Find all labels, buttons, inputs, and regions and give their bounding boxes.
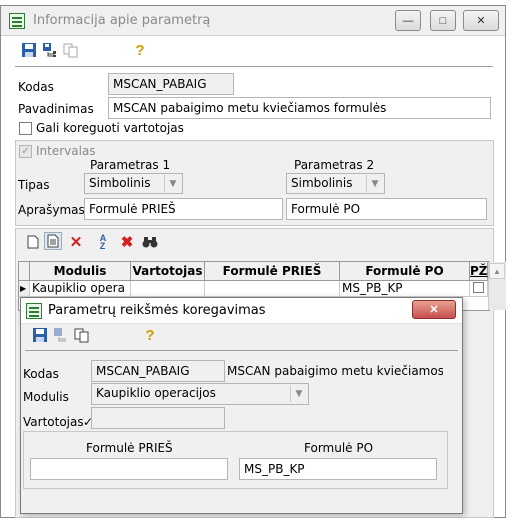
dialog-modulis-select[interactable]: Kaupiklio operacijos ▼ [91,383,309,405]
pavadinimas-field[interactable]: MSCAN pabaigimo metu kviečiamos formulės [108,97,491,119]
clear-filter-icon[interactable]: ✖ [118,233,136,251]
chevron-down-icon: ▼ [366,175,383,192]
toolbar-divider [15,66,493,67]
col-formule-po[interactable]: Formulė PO [340,262,470,281]
aprasymas-label: Aprašymas [18,203,85,217]
dialog-kodas-field: MSCAN_PABAIG [91,360,225,382]
tipas1-select[interactable]: Simbolinis ▼ [84,173,183,194]
scroll-up-icon[interactable]: ▲ [489,263,505,279]
main-window-title: Informacija apie parametrą [33,13,211,28]
copy-icon[interactable] [73,326,91,344]
dialog-modulis-value: Kaupiklio operacijos [96,386,216,400]
dialog-po-field[interactable]: MS_PB_KP [239,458,437,480]
intervalas-checkbox[interactable]: ✓ [19,145,32,158]
close-button[interactable]: ✕ [463,10,499,31]
tipas2-select[interactable]: Simbolinis ▼ [286,173,385,194]
dialog-titlebar[interactable]: Parametrų reikšmės koregavimas [21,298,462,324]
dialog-vartotojas-field[interactable] [91,407,225,429]
edit-document-icon[interactable] [44,232,62,250]
save-icon[interactable] [20,41,38,59]
col-vartotojas[interactable]: Vartotojas [131,262,205,281]
dialog-close-button[interactable]: ✕ [412,300,456,319]
binoculars-icon[interactable] [141,233,159,251]
help-icon[interactable]: ? [131,41,149,59]
tree-save-icon [52,326,70,344]
aprasymas2-field[interactable]: Formulė PO [286,198,487,220]
dialog-pries-label: Formulė PRIEŠ [86,441,173,455]
help-icon[interactable]: ? [141,326,159,344]
dialog-title: Parametrų reikšmės koregavimas [48,303,266,318]
dialog-window: Parametrų reikšmės koregavimas ✕ ? Kodas… [20,297,463,514]
dialog-kodas-label: Kodas [23,367,59,381]
chevron-down-icon: ▼ [290,385,307,402]
form-app-icon [26,302,42,319]
form-app-icon [9,12,25,29]
parametras2-header: Parametras 2 [294,158,375,172]
dialog-vartotojas-label: Vartotojas [23,415,84,429]
maximize-button[interactable]: □ [430,10,456,31]
dialog-kodas-description: MSCAN pabaigimo metu kviečiamos fo [227,364,443,378]
cell-pz[interactable] [470,281,488,297]
grid-row-indicator-header [19,262,30,281]
pavadinimas-label: Pavadinimas [18,102,94,116]
tree-save-icon[interactable] [41,41,59,59]
dialog-pries-field[interactable] [30,458,228,480]
dialog-modulis-label: Modulis [23,390,69,404]
save-icon[interactable] [31,326,49,344]
cell-formule-po[interactable]: MS_PB_KP [340,281,470,297]
kodas-field: MSCAN_PABAIG [108,73,234,95]
kodas-label: Kodas [18,80,54,94]
gali-koreguoti-label: Gali koreguoti vartotojas [36,121,184,135]
parametras1-header: Parametras 1 [90,158,171,172]
chevron-down-icon: ▼ [164,175,181,192]
tipas1-value: Simbolinis [89,176,151,190]
pz-checkbox[interactable] [473,282,484,293]
tipas-label: Tipas [18,178,50,192]
cell-formule-pries[interactable] [205,281,340,297]
col-formule-pries[interactable]: Formulė PRIEŠ [205,262,340,281]
row-marker: ▶ [19,281,30,297]
cell-vartotojas[interactable] [131,281,205,297]
new-document-icon[interactable] [24,233,42,251]
aprasymas1-field[interactable]: Formulė PRIEŠ [84,198,283,220]
col-modulis[interactable]: Modulis [30,262,131,281]
intervalas-label: Intervalas [36,144,96,158]
tipas2-value: Simbolinis [291,176,353,190]
gali-koreguoti-checkbox[interactable] [19,122,32,135]
minimize-button[interactable]: — [395,10,421,31]
sort-az-icon[interactable]: AZ [94,233,112,251]
dialog-toolbar-divider [25,350,458,351]
delete-icon[interactable]: ✕ [67,233,85,251]
dialog-po-label: Formulė PO [304,441,374,455]
col-pz[interactable]: PŽ [470,262,488,281]
copy-icon [62,41,80,59]
cell-modulis[interactable]: Kaupiklio opera [30,281,131,297]
